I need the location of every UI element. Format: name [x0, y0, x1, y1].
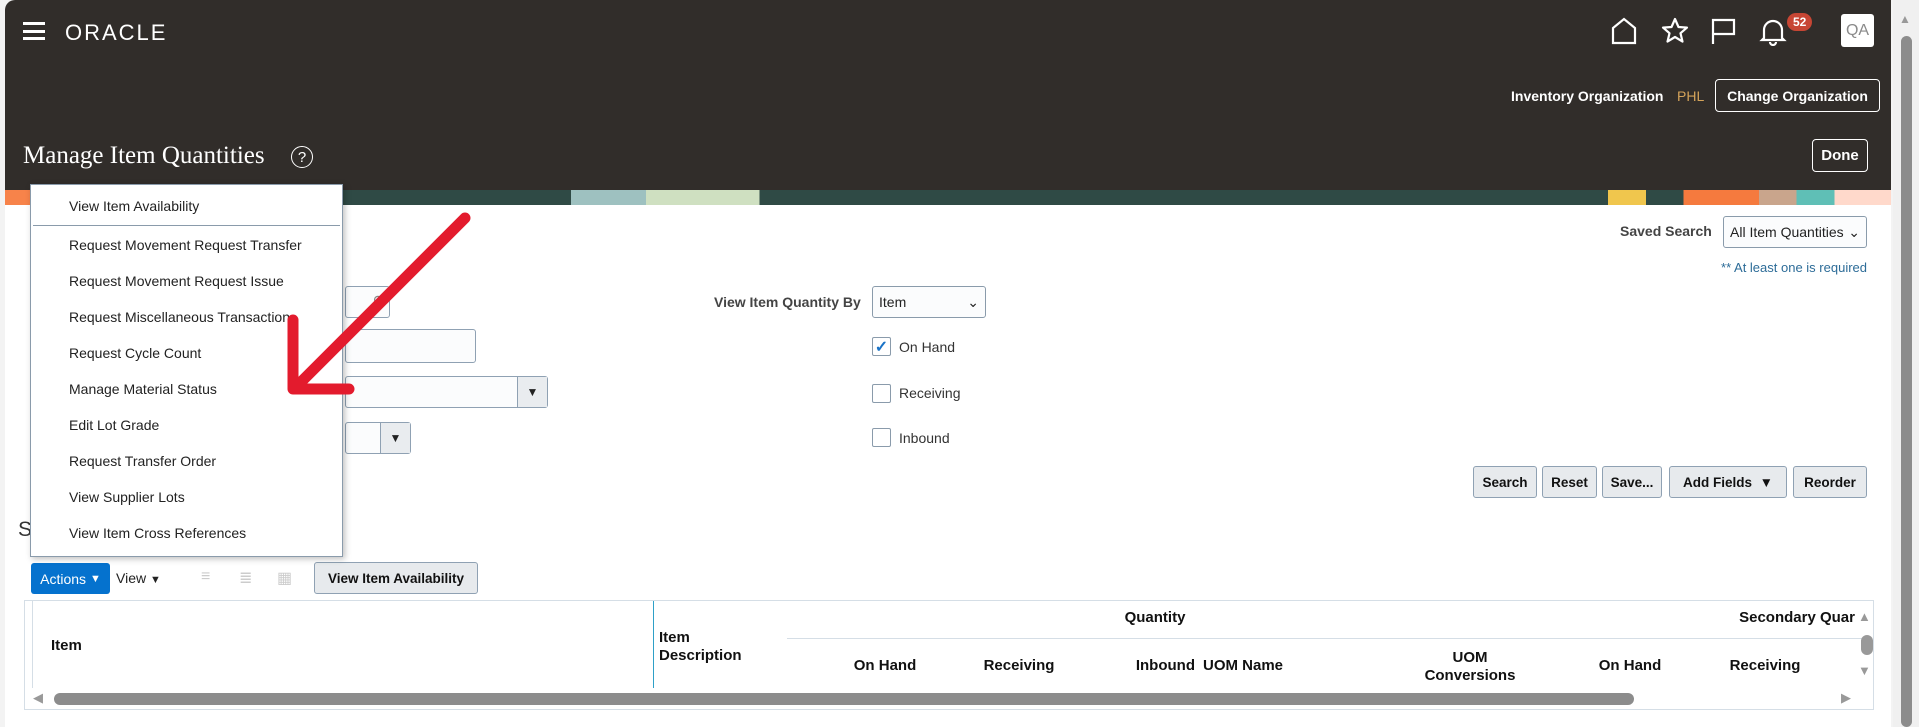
page-scroll-thumb[interactable] — [1901, 36, 1912, 727]
annotation-arrow-icon — [287, 212, 471, 395]
page-scrollbar[interactable]: ▲ — [1893, 0, 1919, 727]
scroll-up-icon[interactable]: ▲ — [1899, 12, 1911, 26]
